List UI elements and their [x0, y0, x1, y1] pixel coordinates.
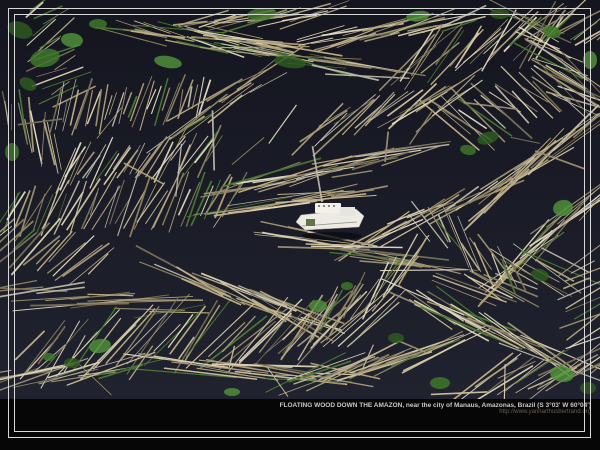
- photo-amazon-log-rafts: [0, 0, 600, 400]
- photo-caption: FLOATING WOOD DOWN THE AMAZON, near the …: [0, 402, 591, 409]
- photographer-url: http://www.yannarthusbertrand.org: [0, 409, 591, 416]
- wallpaper-stage: FLOATING WOOD DOWN THE AMAZON, near the …: [0, 0, 600, 450]
- caption-bar: FLOATING WOOD DOWN THE AMAZON, near the …: [0, 399, 600, 450]
